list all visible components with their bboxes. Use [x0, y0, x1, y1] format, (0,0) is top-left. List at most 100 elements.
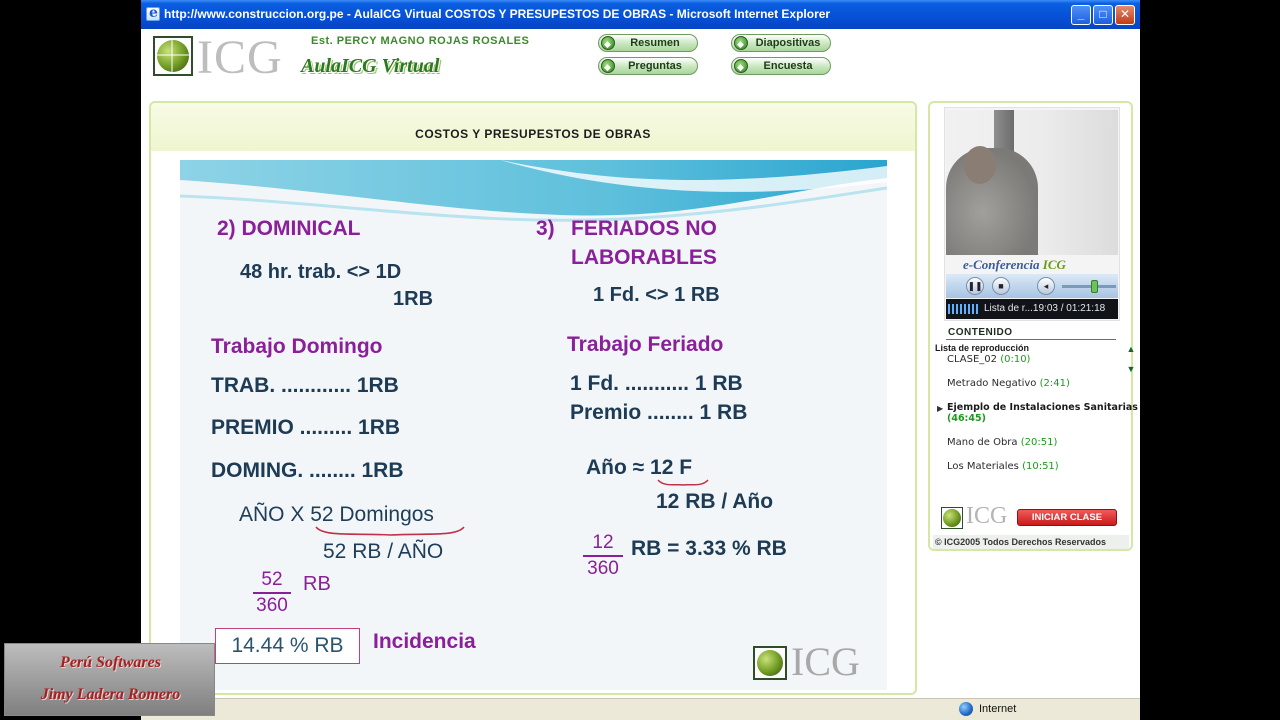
arrow-bullet-icon [601, 59, 615, 75]
copyright: © ICG2005 Todos Derechos Reservados [933, 535, 1129, 549]
ano-prefix-right: Año ≈ [586, 456, 651, 479]
buffer-bars-icon [948, 304, 980, 314]
econf-brand: ICG [1042, 257, 1066, 272]
close-button[interactable]: ✕ [1115, 5, 1135, 25]
slide: 2) DOMINICAL 48 hr. trab. <> 1D 1RB Trab… [180, 160, 887, 690]
playlist-item-name: Ejemplo de Instalaciones Sanitarias [947, 402, 1138, 413]
fraction-denominator: 360 [587, 558, 619, 579]
feriados-number: 3) [536, 217, 555, 240]
dominical-eq1: 48 hr. trab. <> 1D [240, 261, 402, 283]
playlist-item-name: Metrado Negativo [947, 378, 1040, 389]
playlist-item-duration: (46:45) [947, 413, 986, 424]
feriado-result: RB = 3.33 % RB [631, 537, 787, 560]
playlist-item-duration: (2:41) [1039, 378, 1070, 389]
globe-icon [153, 36, 193, 76]
slide-panel: COSTOS Y PRESUPESTOS DE OBRAS 2) DOMINIC… [149, 101, 917, 695]
ano-x-domingos: AÑO X 52 Domingos [239, 503, 434, 527]
aula-title: AulaICG Virtual [301, 55, 440, 77]
scroll-up-icon[interactable]: ▲ [1126, 344, 1136, 354]
internet-globe-icon [959, 702, 973, 716]
result-box: 14.44 % RB [215, 628, 360, 664]
stop-icon[interactable]: ■ [992, 277, 1010, 295]
feriado-eq1: 1 Fd. <> 1 RB [593, 284, 720, 306]
logo-text: ICG [197, 31, 283, 84]
playlist-item[interactable]: CLASE_02 (0:10) [947, 354, 1030, 365]
nav-encuesta-button[interactable]: Encuesta [731, 57, 831, 75]
arrow-bullet-icon [734, 36, 748, 52]
site-header: ICG Est. PERCY MAGNO ROJAS ROSALES AulaI… [141, 29, 1140, 89]
ano-prefix: AÑO X [239, 503, 311, 526]
volume-knob[interactable] [1091, 280, 1098, 293]
e-conferencia-label: e-Conferencia ICG [963, 257, 1066, 273]
underline-brace-right [657, 479, 709, 486]
fraction-denominator: 360 [256, 595, 288, 616]
playlist-item[interactable]: Los Materiales (10:51) [947, 461, 1059, 472]
incidencia-label: Incidencia [373, 630, 476, 653]
ano-approx: Año ≈ 12 F [586, 456, 692, 480]
slide-logo-text: ICG [791, 639, 860, 684]
fraction-52-360: 52 360 [253, 569, 291, 617]
underline-brace [315, 526, 465, 536]
rb-per-year: 52 RB / AÑO [323, 540, 444, 563]
trabajo-feriado-heading: Trabajo Feriado [567, 333, 724, 356]
trab-line: TRAB. ............ 1RB [211, 374, 399, 397]
premio-feriado-line: Premio ........ 1 RB [570, 401, 748, 424]
contenido-heading: CONTENIDO [948, 327, 1013, 338]
fraction-bar [583, 555, 623, 557]
playlist-item-active[interactable]: Ejemplo de Instalaciones Sanitarias (46:… [947, 402, 1138, 424]
globe-icon [941, 507, 963, 529]
feriados-count: 12 F [650, 456, 693, 479]
fd-line: 1 Fd. ........... 1 RB [570, 372, 743, 395]
trabajo-domingo-heading: Trabajo Domingo [211, 335, 383, 358]
slide-icg-logo: ICG [753, 639, 878, 684]
browser-status-bar: Internet [141, 698, 1140, 720]
title-bar[interactable]: http://www.construccion.org.pe - AulaICG… [141, 0, 1140, 29]
volume-icon[interactable]: ◂ [1037, 277, 1055, 295]
scroll-down-icon[interactable]: ▼ [1126, 364, 1136, 374]
icg-logo[interactable]: ICG [153, 31, 293, 84]
player-status-text: Lista de r...19:03 / 01:21:18 [984, 303, 1106, 314]
sidebar-logo-text: ICG [966, 503, 1008, 529]
nav-resumen-button[interactable]: Resumen [598, 34, 698, 52]
nav-label: Encuesta [763, 60, 813, 72]
fraction-numerator: 52 [261, 569, 283, 590]
watermark: Perú Softwares Jimy Ladera Romero [4, 643, 215, 716]
fraction-12-360: 12 360 [583, 532, 623, 580]
nav-preguntas-button[interactable]: Preguntas [598, 57, 698, 75]
globe-icon [753, 646, 787, 680]
feriados-heading-1: FERIADOS NO [571, 217, 717, 240]
nav-label: Diapositivas [755, 37, 821, 49]
arrow-bullet-icon [734, 59, 748, 75]
arrow-bullet-icon [601, 36, 615, 52]
playlist-item-duration: (20:51) [1020, 437, 1058, 448]
slide-panel-header: COSTOS Y PRESUPESTOS DE OBRAS [151, 103, 915, 151]
playlist-item[interactable]: Metrado Negativo (2:41) [947, 378, 1070, 389]
screen: http://www.construccion.org.pe - AulaICG… [0, 0, 1280, 720]
player-controls: ❚❚ ■ ◂ [946, 274, 1118, 298]
browser-window: http://www.construccion.org.pe - AulaICG… [141, 0, 1140, 720]
sidebar-icg-logo: ICG [941, 503, 1017, 529]
premio-line: PREMIO ......... 1RB [211, 416, 401, 439]
maximize-button[interactable]: □ [1093, 5, 1113, 25]
nav-diapositivas-button[interactable]: Diapositivas [731, 34, 831, 52]
pause-icon[interactable]: ❚❚ [966, 277, 984, 295]
video-frame[interactable] [946, 110, 1118, 255]
playlist-item-duration: (0:10) [1000, 354, 1031, 365]
player-status: Lista de r...19:03 / 01:21:18 [946, 299, 1118, 319]
divider [946, 339, 1116, 340]
minimize-button[interactable]: _ [1071, 5, 1091, 25]
domingos-value: 52 Domingos [310, 503, 434, 526]
dominical-heading: 2) DOMINICAL [217, 217, 361, 240]
play-arrow-icon: ▶ [937, 404, 944, 413]
window-title: http://www.construccion.org.pe - AulaICG… [164, 7, 831, 21]
ie-icon [146, 5, 160, 21]
security-zone: Internet [979, 703, 1017, 715]
volume-slider[interactable] [1062, 285, 1116, 288]
fraction-bar [253, 592, 291, 594]
playlist-item[interactable]: Mano de Obra (20:51) [947, 437, 1057, 448]
playlist-item-duration: (10:51) [1022, 461, 1059, 472]
iniciar-clase-button[interactable]: INICIAR CLASE [1017, 509, 1117, 526]
econf-prefix: e-Conferencia [963, 257, 1043, 272]
nav-label: Preguntas [628, 60, 682, 72]
nav-label: Resumen [630, 37, 680, 49]
